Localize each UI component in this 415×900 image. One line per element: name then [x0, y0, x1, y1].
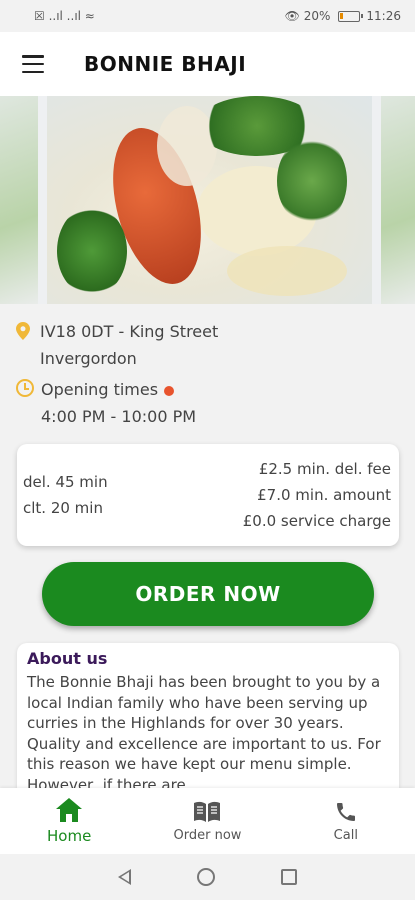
battery-icon	[338, 10, 364, 22]
address-line-1: IV18 0DT - King Street	[40, 322, 219, 341]
restaurant-info: IV18 0DT - King Street Invergordon Openi…	[0, 318, 415, 430]
opening-row: Opening times 4:00 PM - 10:00 PM	[0, 376, 415, 430]
status-right: 👁 20% 11:26	[285, 9, 401, 23]
delivery-info-card: del. 45 min clt. 20 min £2.5 min. del. f…	[17, 444, 399, 546]
nav-call-label: Call	[333, 827, 358, 843]
service-charge: £0.0 service charge	[242, 512, 391, 530]
hero-food-image	[47, 96, 372, 304]
status-dot	[164, 385, 175, 396]
opening-hours: 4:00 PM - 10:00 PM	[41, 407, 197, 426]
delivery-time: del. 45 min	[23, 473, 108, 491]
location-pin-icon	[16, 322, 30, 340]
system-navigation-bar	[0, 854, 415, 900]
signal-status: ☒ ..ıl ..ıl ≈	[34, 9, 95, 23]
home-icon	[56, 798, 83, 822]
hero-carousel[interactable]	[0, 96, 415, 304]
nav-home[interactable]: Home	[14, 797, 124, 845]
home-circle-icon[interactable]	[197, 868, 215, 886]
opening-label: Opening times	[41, 380, 159, 399]
carousel-prev-image[interactable]	[0, 96, 38, 304]
min-order-amount: £7.0 min. amount	[257, 486, 391, 504]
bottom-navigation: Home Order now Call	[0, 788, 415, 854]
nav-call[interactable]: Call	[291, 800, 401, 843]
order-now-button[interactable]: ORDER NOW	[42, 562, 374, 626]
recents-icon[interactable]	[281, 869, 297, 885]
carousel-next-image[interactable]	[381, 96, 415, 304]
address-row: IV18 0DT - King Street Invergordon	[0, 318, 415, 372]
hamburger-menu-icon[interactable]	[22, 55, 44, 73]
nav-home-label: Home	[47, 827, 92, 845]
back-icon[interactable]	[118, 869, 131, 885]
delivery-times: del. 45 min clt. 20 min	[23, 469, 108, 521]
nav-order-label: Order now	[173, 827, 242, 843]
address-line-2: Invergordon	[40, 349, 137, 368]
app-header: BONNIE BHAJI	[0, 32, 415, 96]
min-delivery-fee: £2.5 min. del. fee	[258, 460, 391, 478]
app-title: BONNIE BHAJI	[84, 52, 247, 76]
battery-percent: 👁 20%	[284, 9, 331, 23]
collection-time: clt. 20 min	[23, 499, 103, 517]
about-us-card: About us The Bonnie Bhaji has been broug…	[17, 643, 399, 788]
delivery-fees: £2.5 min. del. fee £7.0 min. amount £0.0…	[243, 456, 391, 534]
status-bar: ☒ ..ıl ..ıl ≈ 👁 20% 11:26	[0, 0, 415, 32]
menu-book-icon	[194, 801, 221, 822]
clock-icon	[16, 379, 34, 397]
phone-icon	[336, 802, 355, 821]
status-left: ☒ ..ıl ..ıl ≈	[34, 9, 95, 23]
about-text: The Bonnie Bhaji has been brought to you…	[27, 673, 381, 788]
nav-order-now[interactable]: Order now	[152, 800, 262, 843]
about-title: About us	[27, 649, 108, 668]
clock-time: 11:26	[366, 9, 401, 23]
